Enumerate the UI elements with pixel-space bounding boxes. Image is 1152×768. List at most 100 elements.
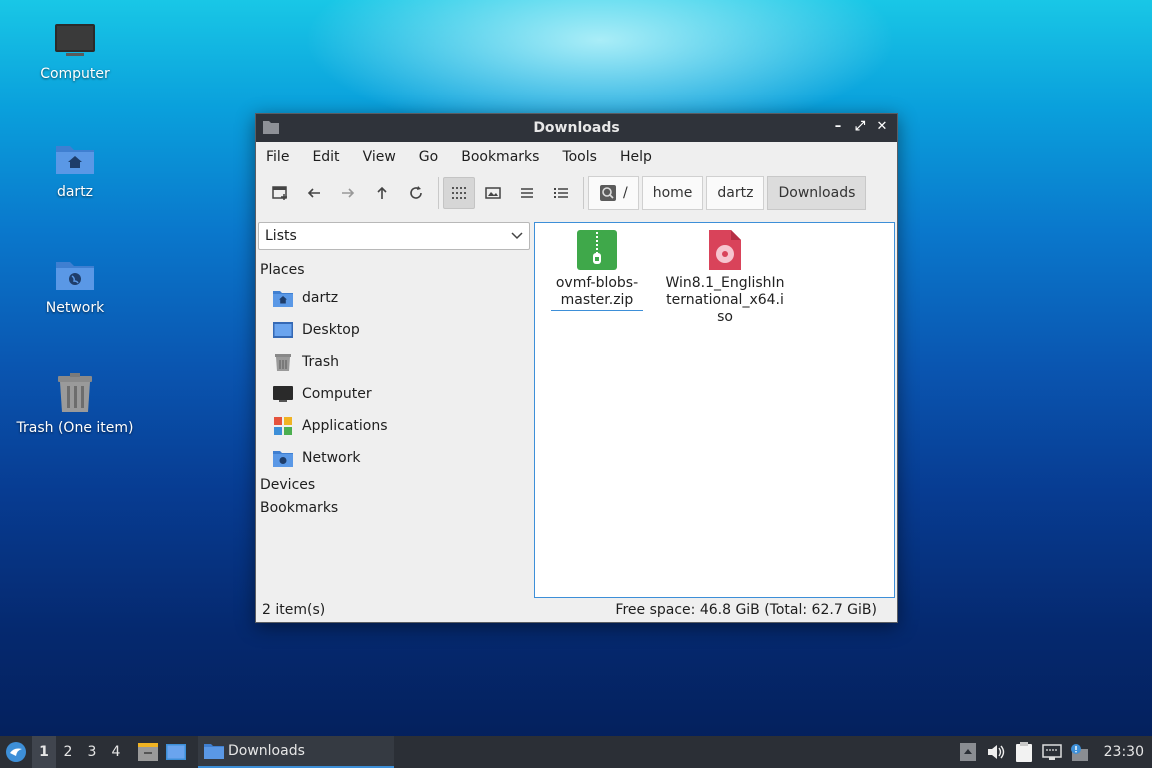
task-label: Downloads	[228, 743, 305, 759]
arrow-right-icon	[342, 188, 355, 198]
arrow-up-icon	[377, 186, 387, 199]
workspace-3[interactable]: 3	[80, 736, 104, 768]
drive-icon	[600, 185, 616, 201]
image-icon	[485, 187, 501, 199]
start-menu-button[interactable]	[0, 736, 32, 768]
reload-icon	[410, 186, 422, 199]
clipboard-button[interactable]	[1014, 742, 1034, 762]
desktop-icon-label: Network	[45, 300, 105, 316]
window-title: Downloads	[533, 120, 620, 136]
quicklaunch-files[interactable]	[134, 743, 162, 761]
zip-archive-icon	[577, 230, 617, 270]
clock[interactable]: 23:30	[1104, 744, 1144, 760]
list-compact-icon	[521, 188, 533, 198]
file-item[interactable]: ovmf-blobs-master.zip	[551, 229, 643, 311]
place-label: Trash	[302, 354, 339, 370]
path-segment-downloads[interactable]: Downloads	[767, 176, 867, 210]
statusbar: 2 item(s) Free space: 46.8 GiB (Total: 6…	[256, 598, 897, 622]
path-root-label: /	[623, 185, 628, 201]
folder-icon	[263, 121, 279, 134]
desktop-icon-network[interactable]: Network	[0, 256, 150, 316]
path-segment-home[interactable]: home	[641, 176, 704, 210]
detail-view-button[interactable]	[545, 177, 577, 209]
side-pane-mode-value: Lists	[265, 228, 297, 244]
place-trash[interactable]: Trash	[258, 346, 530, 378]
places-list: dartz Desktop Trash Computer Application…	[258, 282, 530, 474]
window-titlebar[interactable]: Downloads – ⤢ ✕	[256, 114, 897, 142]
network-folder-icon	[56, 262, 94, 290]
place-computer[interactable]: Computer	[258, 378, 530, 410]
quicklaunch-desktop[interactable]	[162, 744, 190, 760]
thumbnail-view-button[interactable]	[477, 177, 509, 209]
back-button[interactable]	[298, 177, 330, 209]
tray-expand-button[interactable]	[958, 742, 978, 762]
place-label: Computer	[302, 386, 372, 402]
arrow-up-icon	[959, 743, 976, 761]
window-content: Lists Places dartz Desktop Trash Compute…	[256, 214, 897, 598]
menu-tools[interactable]: Tools	[562, 149, 608, 165]
home-folder-icon	[273, 291, 293, 307]
list-detail-icon	[554, 188, 568, 198]
home-folder-icon	[56, 146, 94, 174]
side-pane-mode-select[interactable]: Lists	[258, 222, 530, 250]
notification-icon	[1070, 744, 1088, 761]
place-applications[interactable]: Applications	[258, 410, 530, 442]
new-tab-button[interactable]	[264, 177, 296, 209]
place-network[interactable]: Network	[258, 442, 530, 474]
close-button[interactable]: ✕	[873, 118, 891, 136]
file-view[interactable]: ovmf-blobs-master.zip Win8.1_EnglishInte…	[534, 222, 895, 598]
desktop-icon-label: Trash (One item)	[16, 420, 134, 436]
network-status-button[interactable]	[1041, 742, 1062, 762]
place-label: Network	[302, 450, 361, 466]
desktop-icon-computer[interactable]: Computer	[0, 22, 150, 82]
reload-button[interactable]	[400, 177, 432, 209]
desktop-icon-dartz[interactable]: dartz	[0, 140, 150, 200]
icon-view-button[interactable]	[443, 177, 475, 209]
compact-view-button[interactable]	[511, 177, 543, 209]
path-segment-label: Downloads	[778, 185, 856, 201]
workspace-2[interactable]: 2	[56, 736, 80, 768]
place-label: Desktop	[302, 322, 360, 338]
show-desktop-icon	[166, 744, 186, 760]
lxqt-logo-icon	[6, 742, 26, 762]
path-segment-label: home	[652, 185, 693, 201]
maximize-button[interactable]: ⤢	[851, 118, 869, 136]
computer-icon	[273, 386, 293, 402]
menu-bookmarks[interactable]: Bookmarks	[461, 149, 550, 165]
place-desktop[interactable]: Desktop	[258, 314, 530, 346]
desktop-icon-label: dartz	[56, 184, 94, 200]
system-tray: 23:30	[958, 742, 1152, 762]
side-pane: Lists Places dartz Desktop Trash Compute…	[258, 222, 530, 598]
forward-button[interactable]	[332, 177, 364, 209]
place-dartz[interactable]: dartz	[258, 282, 530, 314]
file-name: ovmf-blobs-master.zip	[551, 275, 643, 311]
file-item[interactable]: Win8.1_EnglishInternational_x64.iso	[663, 229, 787, 326]
menu-go[interactable]: Go	[419, 149, 449, 165]
place-label: dartz	[302, 290, 339, 306]
updates-notification-button[interactable]	[1070, 742, 1090, 762]
taskbar-window-downloads[interactable]: Downloads	[198, 736, 394, 768]
folder-icon	[204, 744, 224, 759]
workspace-1[interactable]: 1	[32, 736, 56, 768]
up-button[interactable]	[366, 177, 398, 209]
path-root-button[interactable]: /	[588, 176, 639, 210]
places-header: Places	[260, 262, 305, 278]
path-segment-dartz[interactable]: dartz	[706, 176, 765, 210]
taskbar: 1 2 3 4 Downloads 23:30	[0, 736, 1152, 768]
devices-header[interactable]: Devices	[260, 474, 530, 497]
desktop-icon-trash[interactable]: Trash (One item)	[0, 372, 150, 436]
trash-icon	[58, 373, 92, 412]
icon-grid-icon	[452, 187, 466, 199]
menu-edit[interactable]: Edit	[312, 149, 350, 165]
network-folder-icon	[273, 451, 293, 467]
minimize-button[interactable]: –	[829, 118, 847, 136]
menu-help[interactable]: Help	[620, 149, 663, 165]
workspace-4[interactable]: 4	[104, 736, 128, 768]
menu-view[interactable]: View	[363, 149, 407, 165]
volume-button[interactable]	[986, 742, 1006, 762]
trash-icon	[275, 354, 291, 371]
menu-file[interactable]: File	[266, 149, 300, 165]
status-free-space: Free space: 46.8 GiB (Total: 62.7 GiB)	[615, 602, 877, 618]
bookmarks-header[interactable]: Bookmarks	[260, 497, 530, 520]
file-manager-window: Downloads – ⤢ ✕ File Edit View Go Bookma…	[255, 113, 898, 623]
